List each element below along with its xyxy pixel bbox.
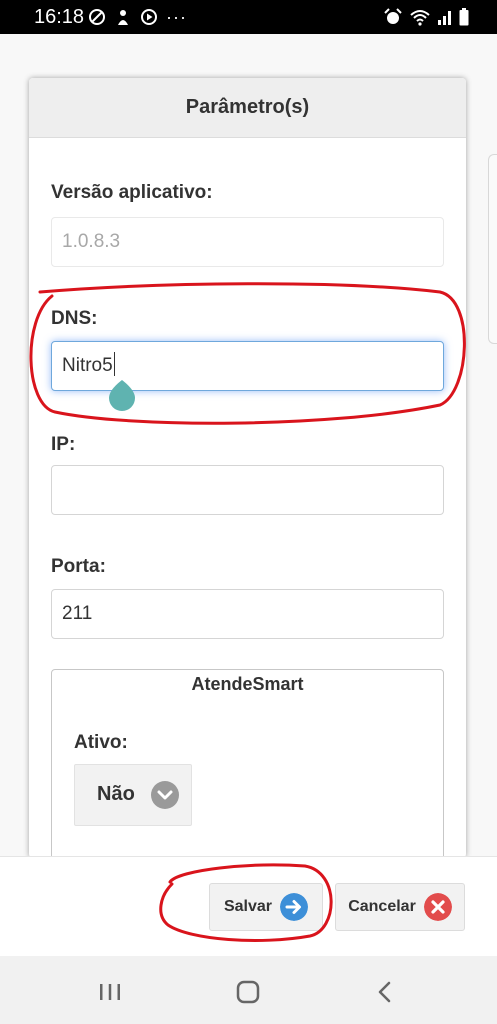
versao-label: Versão aplicativo:	[51, 182, 213, 203]
recent-apps-icon[interactable]	[96, 978, 124, 1006]
wifi-icon	[410, 10, 430, 26]
navigation-bar	[0, 956, 497, 1024]
status-overflow-dots: ···	[166, 7, 187, 27]
dialog-header: Parâmetro(s)	[29, 78, 466, 138]
porta-field[interactable]: 211	[51, 589, 444, 639]
alarm-icon	[384, 8, 402, 24]
ip-label: IP:	[51, 434, 76, 455]
ativo-select[interactable]: Não	[74, 764, 192, 826]
back-icon[interactable]	[372, 978, 400, 1006]
cursor-handle-icon[interactable]	[108, 380, 136, 412]
parameters-dialog: Parâmetro(s) Versão aplicativo: 1.0.8.3 …	[29, 78, 466, 858]
cancel-button-label: Cancelar	[348, 898, 416, 915]
dns-label: DNS:	[51, 308, 98, 329]
versao-field: 1.0.8.3	[51, 217, 444, 267]
dialog-title: Parâmetro(s)	[185, 96, 310, 118]
atendesmart-fieldset: AtendeSmart Ativo: Não	[51, 669, 444, 858]
cancel-button[interactable]: Cancelar	[335, 883, 465, 931]
ativo-label: Ativo:	[74, 732, 128, 753]
ip-field[interactable]	[51, 465, 444, 515]
save-button[interactable]: Salvar	[209, 883, 323, 931]
chevron-down-icon	[151, 781, 179, 809]
status-right-icons	[383, 7, 469, 27]
porta-label: Porta:	[51, 556, 106, 577]
ativo-select-value: Não	[97, 783, 135, 805]
baby-mode-icon	[118, 10, 128, 25]
dns-field-value: Nitro5	[62, 355, 113, 376]
battery-icon	[459, 8, 469, 26]
signal-icon	[438, 11, 451, 25]
atendesmart-legend: AtendeSmart	[191, 674, 304, 694]
do-not-disturb-icon	[89, 9, 105, 25]
media-play-icon	[141, 9, 157, 25]
status-time: 16:18	[34, 6, 85, 28]
dialog-footer: Salvar Cancelar	[0, 856, 497, 956]
status-left-icons: ···	[88, 7, 187, 27]
status-bar: 16:18 ···	[0, 0, 497, 34]
close-icon	[423, 893, 452, 921]
arrow-right-icon	[280, 893, 309, 921]
scroll-indicator[interactable]	[488, 154, 497, 344]
home-icon[interactable]	[234, 978, 262, 1006]
save-button-label: Salvar	[223, 898, 273, 915]
text-caret	[113, 352, 115, 376]
